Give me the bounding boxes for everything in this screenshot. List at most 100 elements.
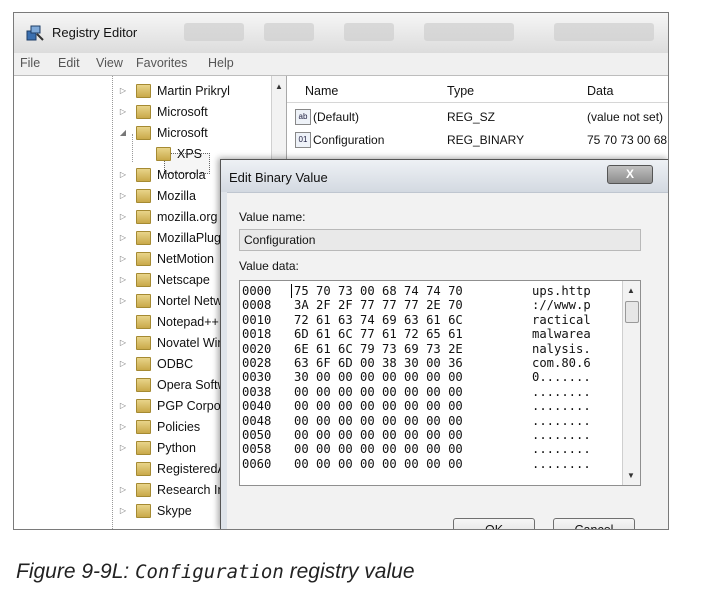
- dialog-title-bar: Edit Binary Value X: [221, 160, 668, 192]
- expand-arrow-icon[interactable]: ▷: [118, 359, 128, 368]
- value-row[interactable]: ab (Default) REG_SZ (value not set): [287, 106, 668, 128]
- expand-arrow-icon[interactable]: ▷: [118, 233, 128, 242]
- menu-favorites[interactable]: Favorites: [136, 56, 187, 70]
- value-name: (Default): [313, 110, 360, 124]
- expand-arrow-icon[interactable]: ▷: [118, 254, 128, 263]
- tree-item-label: ODBC: [157, 356, 194, 371]
- tree-item[interactable]: ▷ ODBC: [118, 353, 193, 374]
- menu-file[interactable]: File: [20, 56, 40, 70]
- tree-item[interactable]: Notepad++: [118, 311, 219, 332]
- hex-offset: 0048: [242, 413, 272, 428]
- tree-item[interactable]: ▷ Python: [118, 437, 196, 458]
- menu-edit[interactable]: Edit: [58, 56, 80, 70]
- column-name[interactable]: Name: [305, 84, 338, 98]
- tree-item[interactable]: ▷ Policies: [118, 416, 200, 437]
- tree-item[interactable]: ▷ PGP Corpor: [118, 395, 225, 416]
- expand-arrow-icon[interactable]: ▷: [118, 401, 128, 410]
- menu-help[interactable]: Help: [208, 56, 234, 70]
- tree-item-label: PGP Corpor: [157, 398, 225, 413]
- tree-item[interactable]: ◢ Microsoft: [118, 122, 208, 143]
- expand-arrow-icon[interactable]: ▷: [118, 485, 128, 494]
- tree-item-label: Nortel Netw: [157, 293, 223, 308]
- hex-ascii: ........: [532, 456, 591, 471]
- hex-scrollbar[interactable]: ▲ ▼: [622, 281, 640, 485]
- expand-arrow-icon[interactable]: ▷: [118, 296, 128, 305]
- close-icon[interactable]: X: [607, 165, 653, 184]
- tree-item[interactable]: ▷ Skype: [118, 500, 192, 521]
- value-row[interactable]: 01 Configuration REG_BINARY 75 70 73 00 …: [287, 129, 668, 151]
- column-type[interactable]: Type: [447, 84, 474, 98]
- hex-bytes: 30 00 00 00 00 00 00 00: [294, 370, 463, 385]
- expand-arrow-icon[interactable]: ▷: [118, 275, 128, 284]
- expand-arrow-icon[interactable]: ▷: [118, 170, 128, 179]
- hex-offset: 0010: [242, 312, 272, 327]
- value-data: (value not set): [587, 110, 664, 124]
- value-type: REG_BINARY: [447, 133, 525, 147]
- hex-ascii: ups.http: [532, 284, 591, 298]
- menu-view[interactable]: View: [96, 56, 123, 70]
- folder-icon: [136, 272, 151, 287]
- expand-arrow-icon[interactable]: ▷: [118, 86, 128, 95]
- hex-ascii: ........: [532, 428, 591, 442]
- hex-bytes: 6E 61 6C 79 73 69 73 2E: [294, 341, 463, 356]
- expand-arrow-icon[interactable]: ▷: [118, 506, 128, 515]
- tree-item-label: MozillaPlugi: [157, 230, 224, 245]
- scroll-thumb[interactable]: [625, 301, 639, 323]
- tree-item-label: mozilla.org: [157, 209, 218, 224]
- tree-item[interactable]: ▷ MozillaPlugi: [118, 227, 224, 248]
- tree-item-label: Novatel Wire: [157, 335, 229, 350]
- expand-arrow-icon[interactable]: ▷: [118, 443, 128, 452]
- collapse-arrow-icon[interactable]: ◢: [118, 128, 128, 137]
- tree-item[interactable]: ▷ NetMotion: [118, 248, 214, 269]
- blurred-toolbar-item: [344, 23, 394, 41]
- tree-item[interactable]: ▷ Research In I: [118, 479, 231, 500]
- folder-icon: [136, 398, 151, 413]
- tree-item[interactable]: ▷ mozilla.org: [118, 206, 217, 227]
- expand-arrow-icon[interactable]: ▷: [118, 212, 128, 221]
- tree-item-label: Skype: [157, 503, 192, 518]
- tree-item[interactable]: ▷ Martin Prikryl: [118, 80, 230, 101]
- hex-offset: 0028: [242, 356, 272, 370]
- tree-item[interactable]: ▷ Novatel Wire: [118, 332, 229, 353]
- tree-item[interactable]: XPS: [138, 143, 202, 164]
- hex-editor[interactable]: 0000 75 70 73 00 68 74 74 70 ups.http 0008 3…: [239, 280, 641, 486]
- hex-ascii: ://www.p: [532, 298, 591, 313]
- expand-arrow-icon[interactable]: ▷: [118, 338, 128, 347]
- expand-arrow-icon[interactable]: ▷: [118, 191, 128, 200]
- value-name-field[interactable]: Configuration: [239, 229, 641, 251]
- hex-offset: 0030: [242, 370, 272, 385]
- value-data-label: Value data:: [239, 259, 299, 273]
- tree-item-label: NetMotion: [157, 251, 214, 266]
- title-bar: Registry Editor: [14, 13, 668, 53]
- hex-bytes: 00 00 00 00 00 00 00 00: [294, 456, 463, 471]
- hex-ascii: ........: [532, 384, 591, 399]
- ok-button[interactable]: OK: [453, 518, 535, 529]
- column-data[interactable]: Data: [587, 84, 613, 98]
- expand-arrow-icon[interactable]: ▷: [118, 107, 128, 116]
- hex-ascii: malwarea: [532, 327, 591, 342]
- tree-item[interactable]: ▷ Mozilla: [118, 185, 196, 206]
- caption-code: Configuration: [135, 561, 284, 583]
- scroll-up-arrow-icon[interactable]: ▲: [627, 286, 635, 295]
- hex-ascii: nalysis.: [532, 341, 591, 356]
- tree-item[interactable]: Opera Softw: [118, 374, 226, 395]
- scroll-down-arrow-icon[interactable]: ▼: [627, 471, 635, 480]
- folder-icon: [136, 440, 151, 455]
- cancel-button[interactable]: Cancel: [553, 518, 635, 529]
- tree-item[interactable]: ▷ Netscape: [118, 269, 210, 290]
- tree-item[interactable]: RegisteredA: [118, 458, 226, 479]
- scroll-up-arrow-icon[interactable]: ▲: [275, 82, 283, 91]
- folder-icon: [136, 293, 151, 308]
- tree-item[interactable]: ▷ Nortel Netw: [118, 290, 222, 311]
- column-header: Name Type Data: [287, 80, 668, 103]
- hex-ascii: 0.......: [532, 370, 591, 385]
- blurred-toolbar-item: [184, 23, 244, 41]
- folder-icon: [136, 482, 151, 497]
- tree-item[interactable]: ▷ Microsoft: [118, 101, 208, 122]
- hex-ascii: ........: [532, 442, 591, 457]
- tree-item[interactable]: ▷ Motorola: [118, 164, 206, 185]
- tree-item-label: Netscape: [157, 272, 210, 287]
- expand-arrow-icon[interactable]: ▷: [118, 422, 128, 431]
- tree-item-label: Martin Prikryl: [157, 83, 230, 98]
- tree-item-label: Notepad++: [157, 314, 219, 329]
